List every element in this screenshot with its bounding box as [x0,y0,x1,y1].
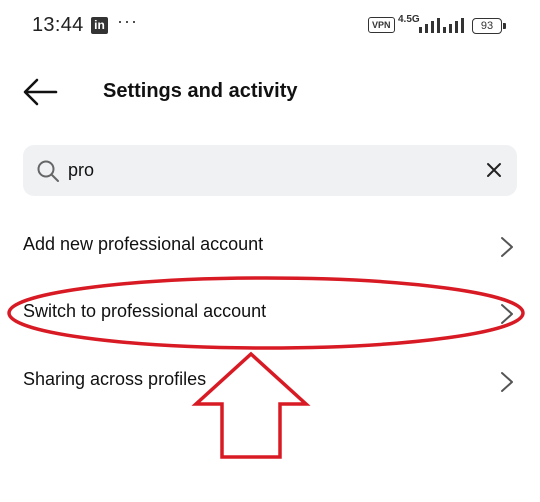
chevron-right-icon [501,372,513,392]
page-title: Settings and activity [103,80,298,102]
result-sharing-across-profiles[interactable]: Sharing across profiles [0,349,540,409]
network-type: 4.5G [398,14,420,25]
clear-search-icon[interactable] [483,159,505,181]
signal-strength-icon [419,18,440,33]
status-bar: 13:44 in ··· VPN 4.5G 93 [0,0,540,52]
linkedin-icon: in [91,17,108,34]
result-switch-to-professional-account[interactable]: Switch to professional account [0,281,540,341]
battery-icon: 93 [472,18,506,34]
search-icon [37,160,59,182]
result-label: Switch to professional account [23,301,267,321]
back-arrow-icon[interactable] [20,74,60,110]
chevron-right-icon [501,304,513,324]
search-bar[interactable] [23,145,517,196]
more-notifications-icon: ··· [117,11,138,31]
result-add-professional-account[interactable]: Add new professional account [0,214,540,274]
search-input[interactable] [68,145,468,196]
signal-strength-icon-2 [443,18,464,33]
header: Settings and activity [0,60,540,124]
chevron-right-icon [501,237,513,257]
result-label: Sharing across profiles [23,369,207,389]
status-time: 13:44 [32,14,84,36]
vpn-badge: VPN [368,17,395,33]
result-label: Add new professional account [23,234,264,254]
